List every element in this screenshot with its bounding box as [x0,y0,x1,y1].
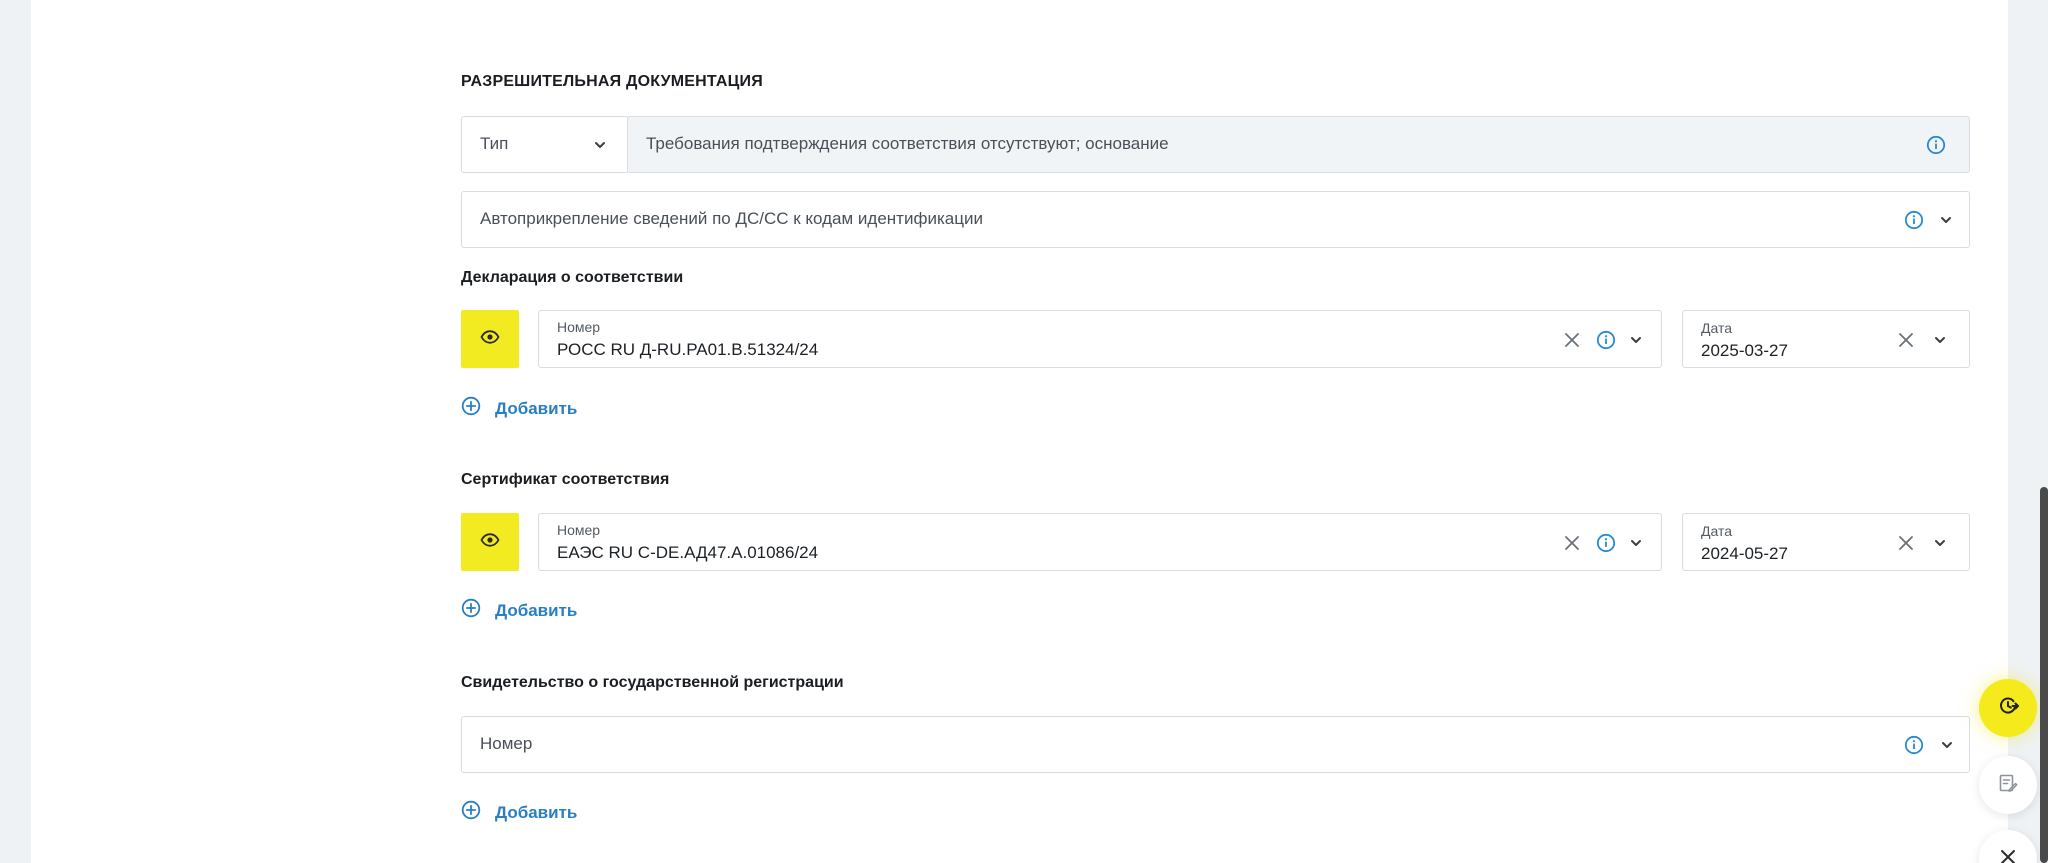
close-icon[interactable] [1895,532,1917,554]
declaration-number-value: РОСС RU Д-RU.PA01.B.51324/24 [557,340,819,359]
auto-attach-select[interactable]: Автоприкрепление сведений по ДС/СС к код… [461,191,1970,248]
eye-icon [480,329,500,349]
scrollbar-thumb[interactable] [2040,487,2048,863]
registration-number-placeholder: Номер [480,734,533,753]
declaration-view-button[interactable] [461,310,519,368]
info-icon[interactable] [1925,134,1947,156]
registration-add-button[interactable]: Добавить [461,800,577,825]
info-icon[interactable] [1903,209,1925,231]
certificate-number-label: Номер [557,522,601,538]
info-icon[interactable] [1595,532,1617,554]
type-select-label: Тип [480,134,509,153]
history-fab-button[interactable] [1979,679,2037,737]
declaration-add-label: Добавить [495,398,578,418]
info-icon[interactable] [1595,329,1617,351]
plus-circle-icon [461,598,481,623]
declaration-date-field[interactable]: Дата 2025-03-27 [1682,310,1970,368]
close-icon[interactable] [1561,532,1583,554]
declaration-number-field[interactable]: Номер РОСС RU Д-RU.PA01.B.51324/24 [538,310,1662,368]
certificate-date-field[interactable]: Дата 2024-05-27 [1682,513,1970,571]
chevron-down-icon[interactable] [1626,330,1646,350]
declaration-title: Декларация о соответствии [461,269,684,286]
plus-circle-icon [461,800,481,825]
registration-add-label: Добавить [495,802,578,822]
declaration-number-label: Номер [557,319,601,335]
certificate-number-value: ЕАЭС RU C-DE.АД47.А.01086/24 [557,543,819,562]
auto-attach-label: Автоприкрепление сведений по ДС/СС к код… [480,209,983,228]
history-icon [1997,695,2019,722]
certificate-view-button[interactable] [461,513,519,571]
chevron-down-icon [590,135,610,155]
certificate-number-field[interactable]: Номер ЕАЭС RU C-DE.АД47.А.01086/24 [538,513,1662,571]
info-icon[interactable] [1903,734,1925,756]
registration-number-field[interactable]: Номер [461,716,1970,773]
certificate-add-button[interactable]: Добавить [461,598,577,623]
type-select[interactable]: Тип [461,116,629,173]
chevron-down-icon[interactable] [1626,533,1646,553]
type-value-text: Требования подтверждения соответствия от… [646,134,1169,153]
section-title: РАЗРЕШИТЕЛЬНАЯ ДОКУМЕНТАЦИЯ [461,73,763,90]
chevron-down-icon[interactable] [1930,330,1950,350]
chevron-down-icon[interactable] [1937,735,1957,755]
eye-icon [480,532,500,552]
close-icon [1999,848,2017,863]
close-icon[interactable] [1561,329,1583,351]
type-value-field[interactable]: Требования подтверждения соответствия от… [627,116,1970,173]
edit-list-icon [1998,773,2018,798]
certificate-title: Сертификат соответствия [461,471,670,488]
plus-circle-icon [461,396,481,421]
declaration-date-value: 2025-03-27 [1701,341,1788,360]
declaration-add-button[interactable]: Добавить [461,396,577,421]
chevron-down-icon[interactable] [1936,210,1956,230]
declaration-date-label: Дата [1701,320,1733,336]
certificate-add-label: Добавить [495,600,578,620]
close-icon[interactable] [1895,329,1917,351]
registration-title: Свидетельство о государственной регистра… [461,674,844,691]
chevron-down-icon[interactable] [1930,533,1950,553]
notes-fab-button[interactable] [1979,756,2037,814]
certificate-date-value: 2024-05-27 [1701,544,1788,563]
certificate-date-label: Дата [1701,523,1733,539]
